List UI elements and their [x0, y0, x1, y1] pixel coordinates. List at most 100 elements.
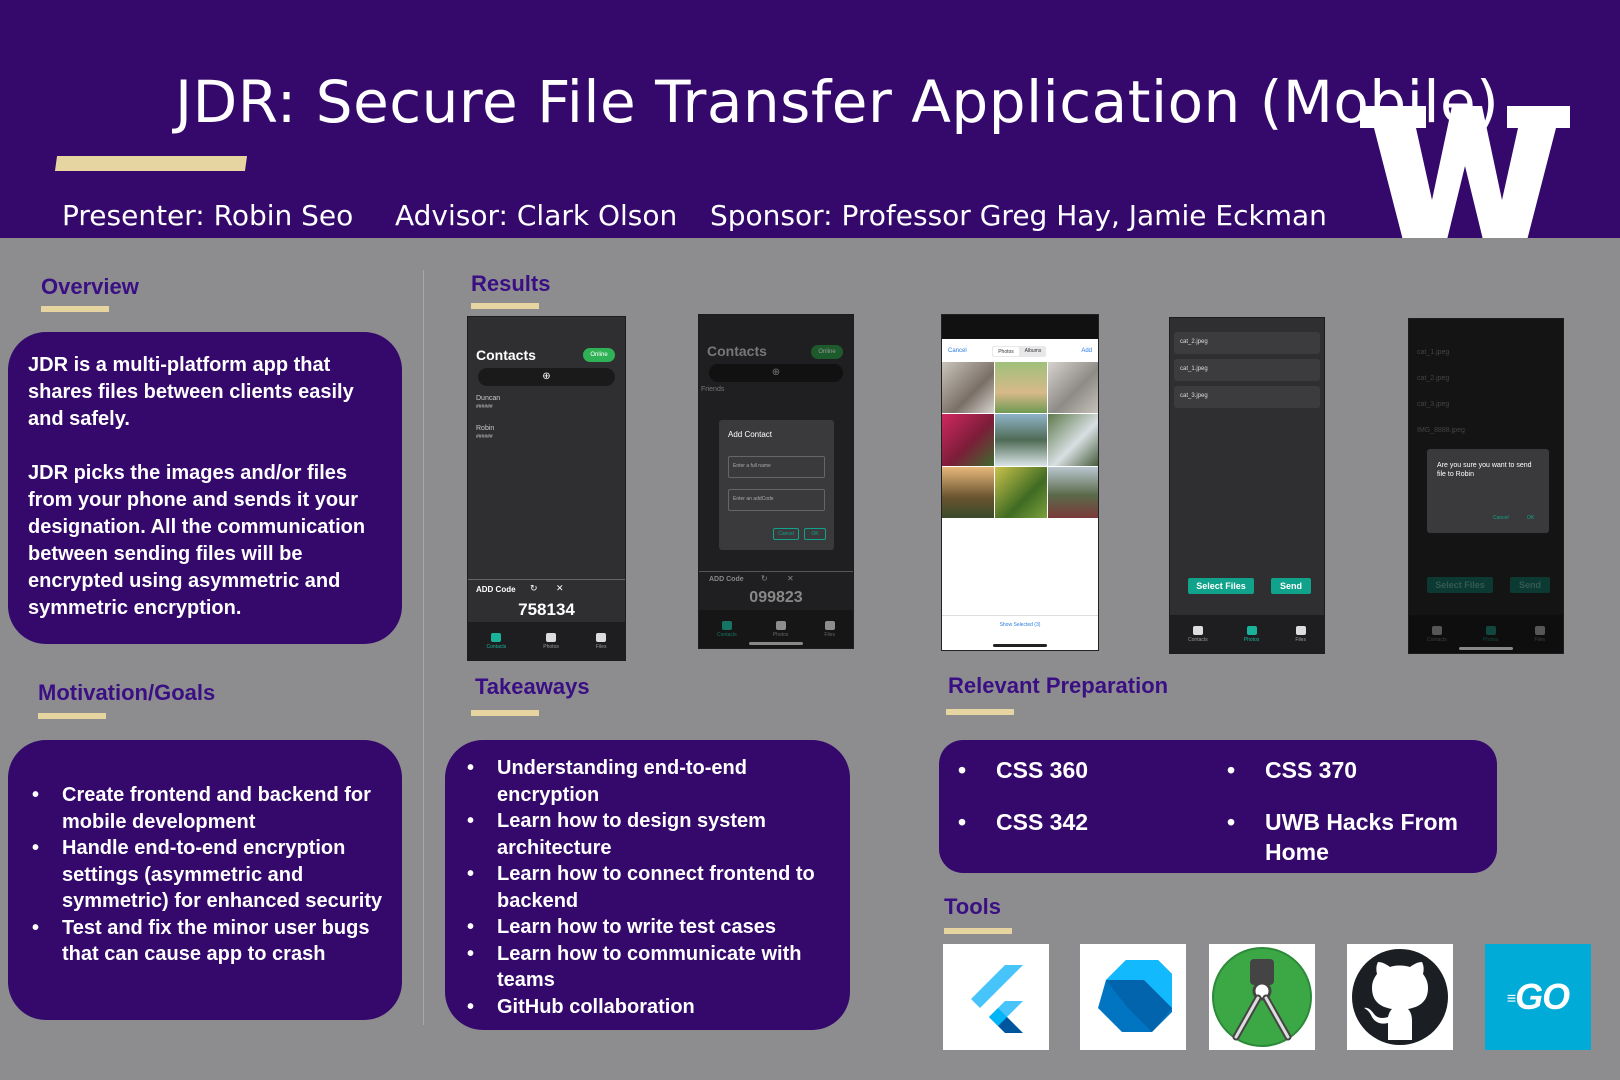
photo-thumbnail[interactable]	[1048, 466, 1098, 518]
motivation-item: Create frontend and backend for mobile d…	[16, 782, 390, 835]
github-icon	[1347, 944, 1453, 1050]
divider-line	[942, 615, 1098, 616]
motivation-item: Handle end-to-end encryption settings (a…	[16, 835, 390, 915]
tab-photos[interactable]: Photos	[1483, 625, 1498, 643]
photo-thumbnail[interactable]	[1048, 362, 1098, 414]
cancel-button[interactable]: Cancel	[773, 528, 799, 540]
android-studio-icon	[1209, 944, 1315, 1050]
refresh-icon[interactable]: ↻	[530, 583, 538, 594]
status-bar	[474, 321, 619, 331]
contact-code: ######	[476, 434, 493, 440]
takeaways-box: Understanding end-to-end encryption Lear…	[445, 740, 850, 1030]
file-row[interactable]: cat_3.jpeg	[1174, 386, 1320, 408]
overview-heading: Overview	[41, 274, 139, 299]
contact-code: ######	[476, 404, 493, 410]
dart-icon	[1080, 944, 1186, 1050]
go-label: GO	[1515, 976, 1570, 1017]
photos-albums-toggle[interactable]: Photos Albums	[992, 346, 1046, 357]
home-indicator	[993, 644, 1047, 647]
refresh-icon[interactable]: ↻	[761, 574, 768, 583]
prep-item: • UWB Hacks From Home	[1227, 809, 1458, 865]
add-contact-button[interactable]: ⊕	[709, 364, 843, 382]
prep-item: • CSS 342	[958, 809, 1089, 835]
title-accent-bar	[54, 156, 248, 171]
add-code-value: 758134	[518, 600, 575, 619]
motivation-heading: Motivation/Goals	[38, 680, 216, 705]
photo-thumbnail[interactable]	[1048, 414, 1098, 466]
takeaway-item: Learn how to design system architecture	[451, 808, 838, 861]
picker-cancel-button[interactable]: Cancel	[948, 348, 967, 354]
sponsor-label: Sponsor: Professor Greg Hay, Jamie Eckma…	[710, 199, 1327, 232]
takeaway-item: Understanding end-to-end encryption	[451, 755, 838, 808]
takeaway-item: Learn how to communicate with teams	[451, 941, 838, 994]
takeaways-heading: Takeaways	[475, 674, 590, 699]
add-code-label: ADD Code	[709, 576, 744, 583]
prep-item: • CSS 370	[1227, 757, 1358, 783]
tab-contacts[interactable]: Contacts	[717, 620, 737, 638]
add-code-input[interactable]: Enter an addCode	[728, 489, 825, 511]
add-code-label: ADD Code	[476, 585, 516, 594]
file-row: cat_2.jpeg	[1417, 375, 1450, 382]
tab-contacts[interactable]: Contacts	[1188, 625, 1208, 643]
tab-photos[interactable]: Photos	[1244, 625, 1259, 643]
send-button[interactable]: Send	[1510, 577, 1550, 593]
photo-thumbnail[interactable]	[942, 414, 994, 466]
online-badge: Online	[811, 345, 843, 359]
tab-files[interactable]: Files	[1295, 625, 1306, 643]
folder-icon	[824, 620, 835, 630]
tab-contacts[interactable]: Contacts	[1427, 625, 1447, 643]
motivation-box: Create frontend and backend for mobile d…	[8, 740, 402, 1020]
photo-thumbnail[interactable]	[995, 414, 1047, 466]
segment-albums[interactable]: Albums	[1020, 346, 1046, 357]
phone-screenshot-confirm-send: cat_1.jpeg cat_2.jpeg cat_3.jpeg IMG_888…	[1408, 318, 1564, 654]
select-files-button[interactable]: Select Files	[1188, 578, 1254, 594]
contacts-icon	[1431, 625, 1442, 635]
photo-thumbnail[interactable]	[942, 466, 994, 518]
tools-heading: Tools	[944, 894, 1002, 919]
poster-header: JDR: Secure File Transfer Application (M…	[0, 0, 1620, 238]
phone-screenshot-photo-picker: Cancel Photos Albums Add Show Selected (…	[941, 314, 1099, 651]
ok-button[interactable]: OK	[804, 528, 826, 540]
add-code-value: 099823	[749, 589, 803, 606]
results-underline	[471, 303, 539, 309]
file-row: IMG_8888.jpeg	[1417, 427, 1465, 434]
select-files-button[interactable]: Select Files	[1427, 577, 1493, 593]
tab-photos[interactable]: Photos	[773, 620, 788, 638]
picker-add-button[interactable]: Add	[1081, 348, 1092, 354]
confirm-dialog: Are you sure you want to send file to Ro…	[1427, 449, 1549, 533]
add-person-icon: ⊕	[542, 371, 551, 382]
full-name-input[interactable]: Enter a full name	[728, 456, 825, 478]
phone-screenshot-add-contact: Contacts Online ⊕ Friends Add Contact En…	[698, 314, 854, 649]
tab-files[interactable]: Files	[1534, 625, 1545, 643]
phone-screenshot-file-list: cat_2.jpeg cat_1.jpeg cat_3.jpeg Select …	[1169, 317, 1325, 654]
photo-thumbnail[interactable]	[995, 466, 1047, 518]
show-selected-button[interactable]: Show Selected (3)	[942, 622, 1098, 628]
file-row[interactable]: cat_2.jpeg	[1174, 332, 1320, 354]
tab-contacts[interactable]: Contacts	[487, 632, 506, 650]
add-contact-button[interactable]: ⊕	[478, 368, 615, 386]
send-button[interactable]: Send	[1271, 578, 1311, 594]
contact-name: Robin	[476, 425, 495, 432]
dialog-title: Add Contact	[728, 430, 773, 439]
go-icon: ≡GO	[1485, 944, 1591, 1050]
photo-thumbnail[interactable]	[942, 362, 994, 414]
takeaway-item: Learn how to write test cases	[451, 914, 838, 941]
overview-paragraph-1: JDR is a multi-platform app that shares …	[28, 354, 354, 430]
close-icon[interactable]: ✕	[787, 574, 794, 583]
file-row[interactable]: cat_1.jpeg	[1174, 359, 1320, 381]
close-icon[interactable]: ✕	[556, 583, 564, 594]
contacts-title: Contacts	[476, 347, 536, 363]
column-divider	[423, 270, 424, 1025]
ok-button[interactable]: OK	[1527, 515, 1534, 521]
tab-files[interactable]: Files	[824, 620, 835, 638]
segment-photos[interactable]: Photos	[993, 347, 1019, 356]
tab-photos[interactable]: Photos	[543, 632, 559, 650]
presenter-label: Presenter: Robin Seo	[62, 199, 354, 232]
folder-icon	[596, 632, 607, 642]
flutter-icon	[943, 944, 1049, 1050]
photo-thumbnail[interactable]	[995, 362, 1047, 414]
preparation-underline	[946, 709, 1014, 715]
tools-underline	[944, 928, 1012, 934]
cancel-button[interactable]: Cancel	[1493, 515, 1509, 521]
tab-files[interactable]: Files	[596, 632, 607, 650]
